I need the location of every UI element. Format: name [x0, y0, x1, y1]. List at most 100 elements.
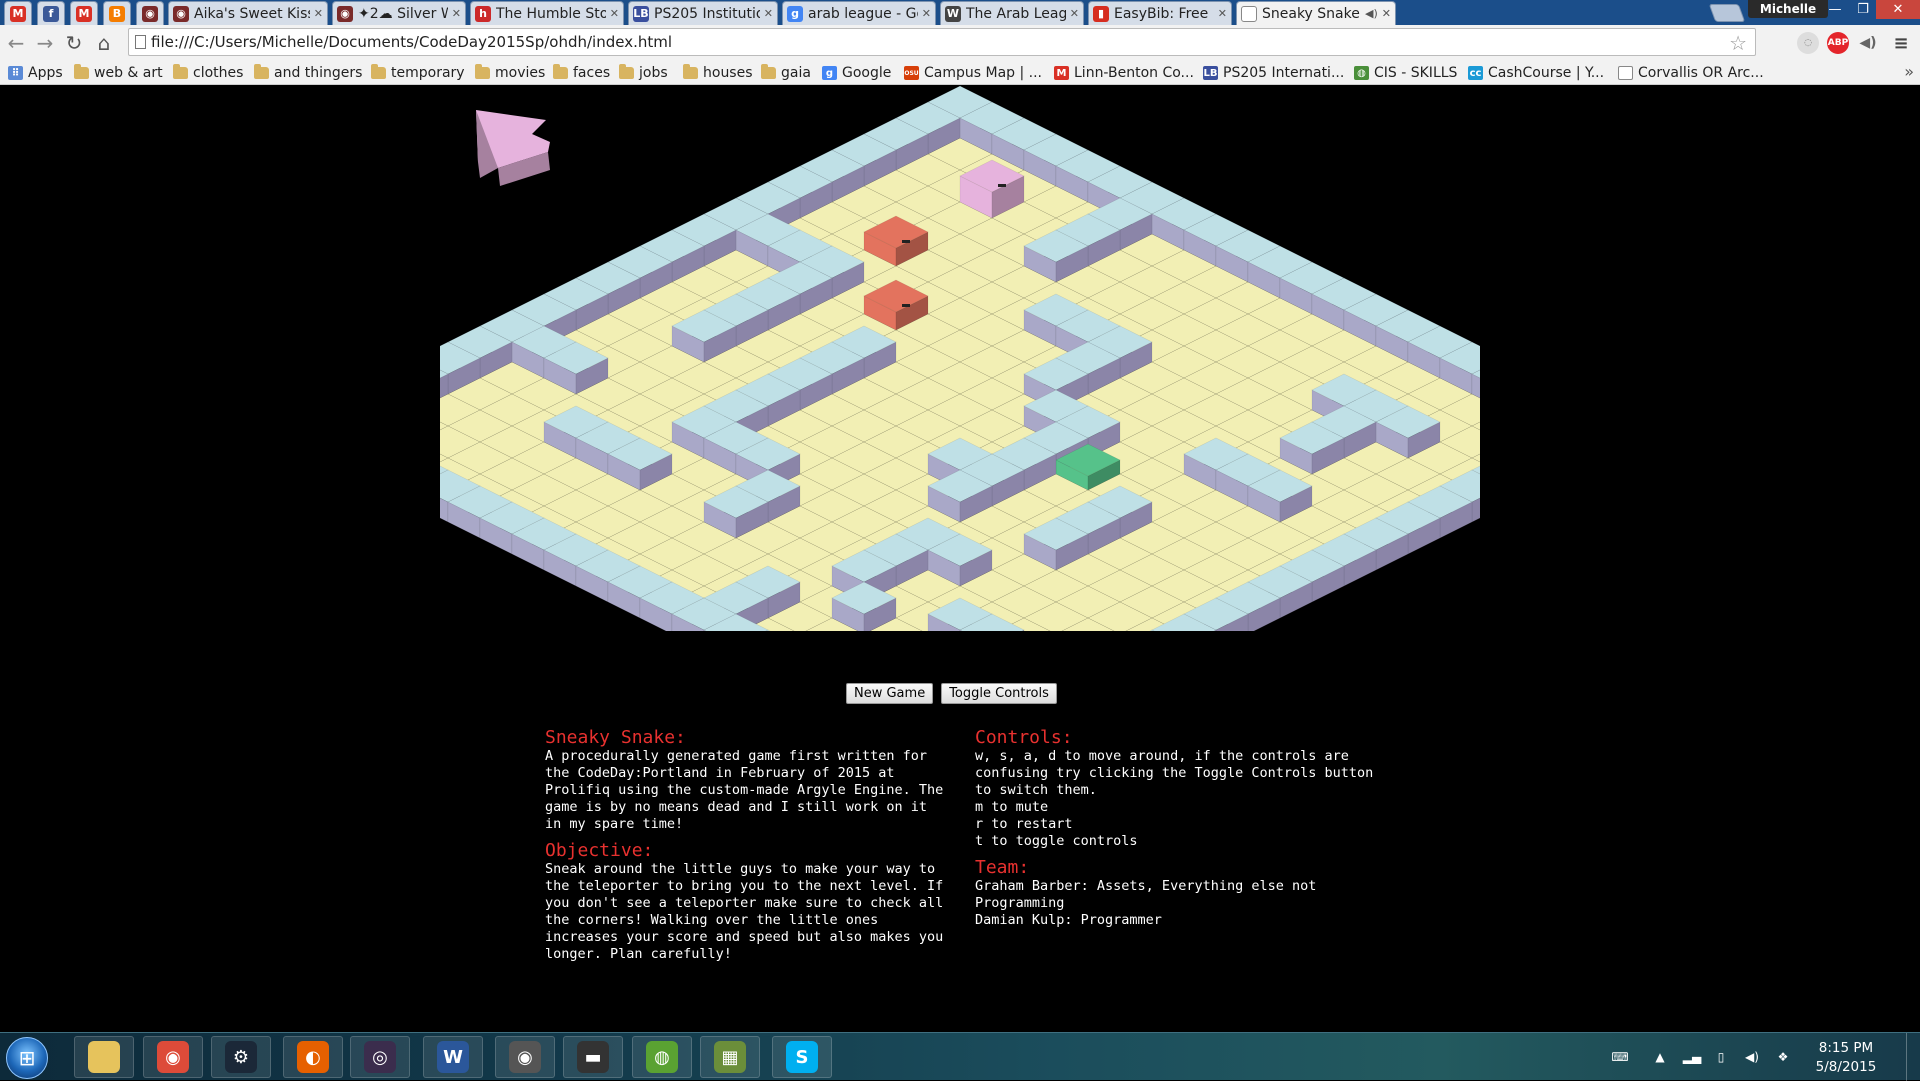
close-window-icon[interactable]: ✕ — [1876, 0, 1920, 19]
taskbar-app-word[interactable]: W — [423, 1036, 483, 1078]
bookmark-star-icon[interactable]: ☆ — [1729, 31, 1747, 55]
bookmark-item[interactable]: ⠿ Apps — [8, 63, 63, 83]
apps-icon: ⠿ — [8, 66, 23, 80]
bookmark-item[interactable]: temporary — [371, 63, 465, 83]
page-content: New Game Toggle Controls Sneaky Snake: A… — [0, 86, 1920, 1032]
bookmark-item[interactable]: Corvallis OR Arc... — [1618, 63, 1764, 83]
bookmark-label: jobs — [639, 65, 668, 81]
new-game-button[interactable]: New Game — [846, 683, 934, 704]
tab-title: arab league - Googl — [808, 5, 918, 22]
globe-icon: ◍ — [1354, 66, 1369, 80]
browser-tab[interactable]: ◉ — [136, 1, 164, 25]
taskbar-app-camera-app[interactable]: ◎ — [350, 1036, 410, 1078]
tab-close-icon[interactable]: ✕ — [1218, 7, 1227, 20]
game-board[interactable] — [440, 86, 1480, 631]
about-column: Sneaky Snake: A procedurally generated g… — [545, 724, 950, 971]
browser-tab[interactable]: Sneaky Snake ◀) ✕ — [1236, 1, 1396, 25]
taskbar-app-green-app[interactable]: ◍ — [632, 1036, 692, 1078]
browser-tab[interactable]: B — [103, 1, 131, 25]
adblock-icon[interactable]: ABP — [1827, 32, 1849, 54]
toggle-controls-button[interactable]: Toggle Controls — [941, 683, 1057, 704]
show-hidden-icons[interactable]: ▲ — [1652, 1049, 1668, 1065]
dropbox-icon[interactable]: ❖ — [1775, 1049, 1791, 1065]
bookmark-item[interactable]: ◍ CIS - SKILLS — [1354, 63, 1457, 83]
tab-close-icon[interactable]: ✕ — [452, 7, 461, 20]
keyboard-icon[interactable]: ⌨ — [1611, 1049, 1628, 1065]
tab-title: The Humble Store: I — [496, 5, 606, 22]
address-bar[interactable]: file:///C:/Users/Michelle/Documents/Code… — [128, 28, 1756, 56]
bookmark-item[interactable]: cc CashCourse | Y... — [1468, 63, 1604, 83]
menu-icon[interactable]: ≡ — [1890, 32, 1912, 54]
taskbar-app-skype[interactable]: S — [772, 1036, 832, 1078]
show-desktop-button[interactable] — [1906, 1033, 1920, 1081]
browser-tab[interactable]: W The Arab League - C ✕ — [940, 1, 1084, 25]
bookmark-label: faces — [573, 65, 611, 81]
bookmark-item[interactable]: LB PS205 Internati... — [1203, 63, 1344, 83]
taskbar-app-chrome[interactable]: ◉ — [143, 1036, 203, 1078]
more-bookmarks-icon[interactable]: » — [1904, 62, 1914, 81]
start-button[interactable]: ⊞ — [6, 1037, 48, 1079]
new-tab-button[interactable] — [1708, 4, 1746, 22]
bookmark-item[interactable]: jobs — [619, 63, 668, 83]
browser-tab[interactable]: ◉ ✦2☁ Silver Wisps ⊨ ✕ — [332, 1, 466, 25]
volume-icon[interactable]: ◀) — [1744, 1049, 1760, 1065]
browser-toolbar: ← → ↻ ⌂ file:///C:/Users/Michelle/Docume… — [0, 25, 1920, 60]
reload-icon[interactable]: ↻ — [62, 31, 86, 55]
folder-icon — [88, 1041, 120, 1073]
bookmark-item[interactable]: houses — [683, 63, 753, 83]
tab-strip: MfMB◉◉Aika's Sweet Kiss | V✕◉✦2☁ Silver … — [0, 0, 1920, 25]
back-icon[interactable]: ← — [4, 31, 28, 55]
browser-tab[interactable]: M — [4, 1, 32, 25]
folder-icon — [619, 64, 634, 79]
tab-close-icon[interactable]: ✕ — [610, 7, 619, 20]
controls-line: m to mute — [975, 799, 1049, 815]
tab-close-icon[interactable]: ✕ — [922, 7, 931, 20]
windows-logo-icon: ⊞ — [18, 1046, 36, 1070]
browser-tab[interactable]: f — [37, 1, 65, 25]
taskbar-app-steam[interactable]: ⚙ — [211, 1036, 271, 1078]
browser-tab[interactable]: LB PS205 Institutional F ✕ — [628, 1, 778, 25]
taskbar-app-app-dark[interactable]: ▬ — [563, 1036, 623, 1078]
minimize-icon[interactable]: — — [1821, 0, 1849, 19]
browser-tab[interactable]: g arab league - Googl ✕ — [782, 1, 936, 25]
home-icon[interactable]: ⌂ — [92, 31, 116, 55]
profile-button[interactable]: Michelle — [1748, 0, 1828, 18]
about-heading: Sneaky Snake: — [545, 727, 686, 748]
taskbar-app-file-explorer[interactable] — [74, 1036, 134, 1078]
system-clock[interactable]: 8:15 PM 5/8/2015 — [1806, 1039, 1886, 1077]
minecraft-icon: ▦ — [714, 1041, 746, 1073]
tab-close-icon[interactable]: ✕ — [764, 7, 773, 20]
bookmark-item[interactable]: movies — [475, 63, 545, 83]
tab-close-icon[interactable]: ✕ — [1382, 7, 1391, 20]
browser-tab[interactable]: ◉ Aika's Sweet Kiss | V ✕ — [168, 1, 328, 25]
bookmark-item[interactable]: clothes — [173, 63, 243, 83]
bookmark-item[interactable]: OSU Campus Map | ... — [904, 63, 1042, 83]
bookmark-item[interactable]: gaia — [761, 63, 811, 83]
tab-close-icon[interactable]: ✕ — [314, 7, 323, 20]
bookmark-item[interactable]: and thingers — [254, 63, 362, 83]
browser-tab[interactable]: h The Humble Store: I ✕ — [470, 1, 624, 25]
taskbar-app-minecraft[interactable]: ▦ — [700, 1036, 760, 1078]
folder-icon — [553, 64, 568, 79]
tab-title: PS205 Institutional F — [654, 5, 760, 22]
tab-close-icon[interactable]: ✕ — [1070, 7, 1079, 20]
audio-extension-icon[interactable]: ◀) — [1857, 32, 1879, 54]
firefox-icon: ◐ — [297, 1041, 329, 1073]
bookmark-label: clothes — [193, 65, 244, 81]
bookmark-item[interactable]: g Google — [822, 63, 891, 83]
battery-icon[interactable]: ▯ — [1713, 1049, 1729, 1065]
controls-line: t to toggle controls — [975, 833, 1138, 849]
network-icon[interactable]: ▂▄ — [1683, 1049, 1701, 1065]
taskbar-app-firefox[interactable]: ◐ — [283, 1036, 343, 1078]
forward-icon[interactable]: → — [33, 31, 57, 55]
taskbar-app-webcam[interactable]: ◉ — [495, 1036, 555, 1078]
bookmark-item[interactable]: web & art — [74, 63, 163, 83]
extension-icon[interactable]: ◌ — [1797, 32, 1819, 54]
browser-tab[interactable]: ▮ EasyBib: Free Bibliog ✕ — [1088, 1, 1232, 25]
bookmark-item[interactable]: faces — [553, 63, 610, 83]
browser-tab[interactable]: M — [70, 1, 98, 25]
maximize-icon[interactable]: ❐ — [1849, 0, 1877, 19]
blogger-icon: B — [109, 5, 125, 22]
tab-audio-icon: ◀) — [1365, 7, 1378, 20]
bookmark-item[interactable]: M Linn-Benton Co... — [1054, 63, 1194, 83]
